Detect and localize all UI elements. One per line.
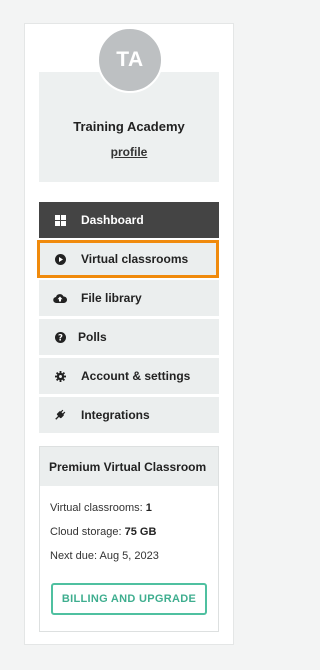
sidebar-item-label: Integrations	[81, 408, 150, 422]
storage-value: 75 GB	[124, 526, 157, 538]
premium-plan-card: Premium Virtual Classroom Virtual classr…	[39, 446, 219, 632]
gear-icon	[53, 369, 67, 383]
plug-icon	[53, 408, 67, 422]
sidebar-menu: Dashboard Virtual classrooms File librar…	[39, 202, 219, 436]
sidebar-item-label: Virtual classrooms	[81, 252, 189, 266]
storage-stat: Cloud storage: 75 GB	[50, 520, 208, 544]
sidebar-item-virtual-classrooms[interactable]: Virtual classrooms	[39, 241, 219, 277]
avatar: TA	[97, 27, 163, 93]
sidebar-item-account-settings[interactable]: Account & settings	[39, 358, 219, 394]
sidebar-panel: TA Training Academy profile Dashboard Vi…	[24, 23, 234, 645]
organization-name: Training Academy	[73, 119, 185, 134]
premium-plan-details: Virtual classrooms: 1 Cloud storage: 75 …	[40, 496, 218, 568]
sidebar-item-integrations[interactable]: Integrations	[39, 397, 219, 433]
sidebar-item-polls[interactable]: ? Polls	[39, 319, 219, 355]
sidebar-item-label: File library	[81, 291, 142, 305]
next-due-date: Next due: Aug 5, 2023	[50, 550, 159, 562]
sidebar-item-label: Dashboard	[81, 213, 144, 227]
svg-text:?: ?	[58, 333, 63, 342]
classrooms-label: Virtual classrooms:	[50, 502, 143, 514]
avatar-initials: TA	[116, 48, 144, 71]
sidebar-item-file-library[interactable]: File library	[39, 280, 219, 316]
cloud-upload-icon	[53, 291, 67, 305]
profile-link[interactable]: profile	[39, 145, 219, 159]
classrooms-stat: Virtual classrooms: 1	[50, 496, 208, 520]
grid-icon	[53, 213, 67, 227]
play-circle-icon	[53, 252, 67, 266]
billing-upgrade-button[interactable]: BILLING AND UPGRADE	[51, 583, 207, 615]
premium-plan-title: Premium Virtual Classroom	[40, 447, 218, 486]
storage-label: Cloud storage:	[50, 526, 122, 538]
sidebar-item-label: Account & settings	[81, 369, 191, 383]
classrooms-value: 1	[145, 502, 152, 514]
sidebar-item-label: Polls	[78, 330, 107, 344]
sidebar-item-dashboard[interactable]: Dashboard	[39, 202, 219, 238]
question-circle-icon: ?	[53, 330, 67, 344]
